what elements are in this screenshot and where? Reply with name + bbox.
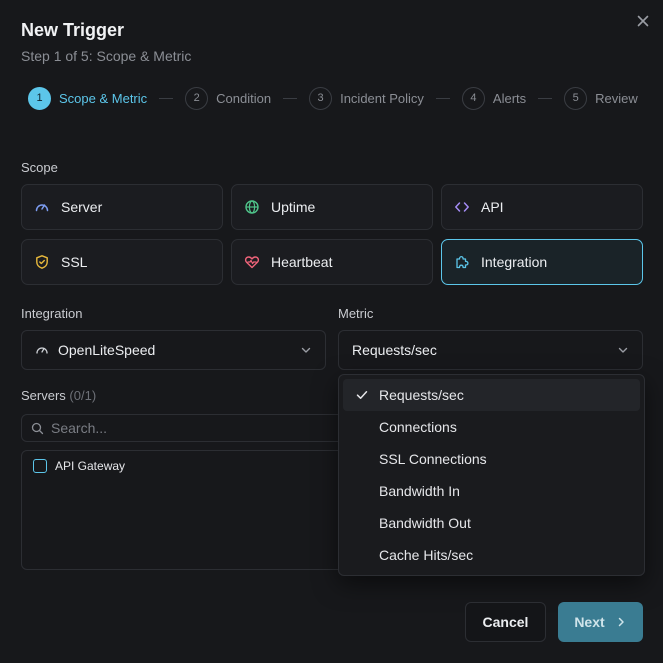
gauge-icon <box>34 199 50 215</box>
step-separator <box>435 97 450 99</box>
step-incident-policy[interactable]: 3 Incident Policy <box>309 86 424 110</box>
globe-icon <box>244 199 260 215</box>
check-icon <box>355 388 369 402</box>
integration-value: OpenLiteSpeed <box>58 342 156 358</box>
metric-dropdown-menu: Requests/sec Connections SSL Connections… <box>338 374 645 576</box>
step-separator <box>159 97 174 99</box>
step-number: 2 <box>185 86 209 110</box>
step-condition[interactable]: 2 Condition <box>185 86 272 110</box>
chevron-down-icon <box>616 343 630 357</box>
metric-option[interactable]: Connections <box>343 411 640 443</box>
server-name: API Gateway <box>55 459 126 473</box>
cancel-button[interactable]: Cancel <box>465 602 546 642</box>
metric-option[interactable]: Cache Hits/sec <box>343 539 640 571</box>
servers-count: (0/1) <box>69 388 97 403</box>
scope-heartbeat-button[interactable]: Heartbeat <box>231 239 433 285</box>
metric-option-label: Bandwidth In <box>379 483 460 499</box>
scope-option-label: Server <box>61 199 103 215</box>
metric-option-label: SSL Connections <box>379 451 487 467</box>
gauge-icon <box>35 343 49 357</box>
metric-option[interactable]: Requests/sec <box>343 379 640 411</box>
server-list: API Gateway <box>21 450 351 570</box>
scope-options: Server Uptime API SSL Heartbeat Integrat… <box>21 184 643 285</box>
scope-ssl-button[interactable]: SSL <box>21 239 223 285</box>
step-separator <box>283 97 298 99</box>
step-label: Review <box>595 90 638 106</box>
search-icon <box>31 422 44 435</box>
metric-option[interactable]: Bandwidth In <box>343 475 640 507</box>
scope-server-button[interactable]: Server <box>21 184 223 230</box>
step-scope-metric[interactable]: 1 Scope & Metric <box>28 86 148 110</box>
scope-option-label: Heartbeat <box>271 254 333 270</box>
scope-label: Scope <box>21 160 58 175</box>
metric-option-label: Requests/sec <box>379 387 464 403</box>
step-number: 3 <box>309 86 333 110</box>
metric-option-label: Connections <box>379 419 457 435</box>
step-number: 1 <box>28 86 51 110</box>
metric-option[interactable]: Bandwidth Out <box>343 507 640 539</box>
step-number: 4 <box>461 86 485 110</box>
next-button[interactable]: Next <box>558 602 643 642</box>
step-label: Condition <box>216 90 272 106</box>
scope-option-label: SSL <box>61 254 88 270</box>
puzzle-icon <box>454 254 470 270</box>
step-label: Incident Policy <box>340 90 424 106</box>
new-trigger-dialog: New Trigger Step 1 of 5: Scope & Metric … <box>0 0 663 663</box>
code-icon <box>454 199 470 215</box>
scope-api-button[interactable]: API <box>441 184 643 230</box>
servers-search[interactable] <box>21 414 351 442</box>
server-checkbox[interactable] <box>33 459 47 473</box>
scope-option-label: API <box>481 199 504 215</box>
integration-label: Integration <box>21 306 83 321</box>
step-separator <box>538 97 553 99</box>
step-number: 5 <box>564 86 588 110</box>
metric-label: Metric <box>338 306 374 321</box>
dialog-subtitle: Step 1 of 5: Scope & Metric <box>21 48 192 64</box>
servers-label: Servers (0/1) <box>21 388 96 403</box>
metric-option[interactable]: SSL Connections <box>343 443 640 475</box>
next-button-label: Next <box>574 614 605 630</box>
metric-option-label: Cache Hits/sec <box>379 547 474 563</box>
scope-option-label: Uptime <box>271 199 316 215</box>
metric-select[interactable]: Requests/sec <box>338 330 643 370</box>
step-review[interactable]: 5 Review <box>564 86 638 110</box>
chevron-right-icon <box>605 616 627 628</box>
shield-icon <box>34 254 50 270</box>
metric-value: Requests/sec <box>352 342 437 358</box>
scope-uptime-button[interactable]: Uptime <box>231 184 433 230</box>
search-input[interactable] <box>51 420 331 436</box>
stepper: 1 Scope & Metric 2 Condition 3 Incident … <box>28 86 638 110</box>
metric-option-label: Bandwidth Out <box>379 515 471 531</box>
step-label: Scope & Metric <box>59 90 148 106</box>
chevron-down-icon <box>299 343 313 357</box>
dialog-title: New Trigger <box>21 20 125 40</box>
scope-integration-button[interactable]: Integration <box>441 239 643 285</box>
servers-title: Servers <box>21 388 66 403</box>
integration-select[interactable]: OpenLiteSpeed <box>21 330 326 370</box>
heart-pulse-icon <box>244 254 260 270</box>
scope-option-label: Integration <box>481 254 548 270</box>
close-icon[interactable] <box>634 12 652 30</box>
step-label: Alerts <box>492 90 527 106</box>
step-alerts[interactable]: 4 Alerts <box>461 86 527 110</box>
server-row-api-gateway[interactable]: API Gateway <box>33 459 125 473</box>
